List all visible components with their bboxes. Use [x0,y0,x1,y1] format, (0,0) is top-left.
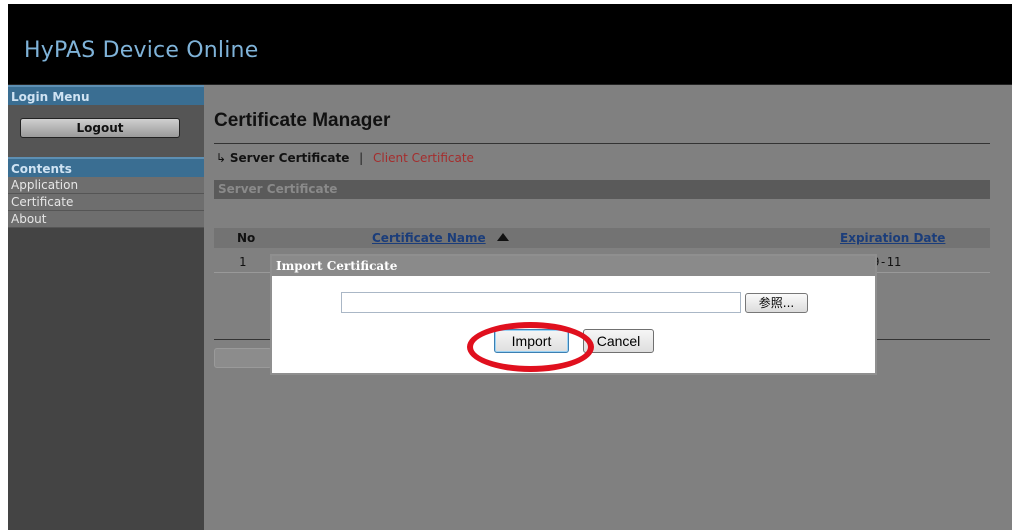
login-menu-box: Logout [8,105,204,157]
title-divider [214,143,990,144]
app-header: HyPAS Device Online [8,4,1012,85]
sidebar: Login Menu Logout Contents Application C… [8,85,204,530]
cancel-button[interactable]: Cancel [583,329,654,353]
section-header: Server Certificate [214,180,990,199]
file-path-input[interactable] [341,292,741,313]
certificate-nav: ↳ Server Certificate | Client Certificat… [216,151,474,165]
nav-server-certificate: Server Certificate [229,151,350,165]
page-title: Certificate Manager [214,110,391,131]
sort-ascending-icon [497,233,509,241]
table-header: No Certificate Name Expiration Date [214,228,990,248]
column-header-certificate-name[interactable]: Certificate Name [372,231,486,245]
sidebar-nav: Application Certificate About [8,177,204,228]
sidebar-item-application[interactable]: Application [8,177,204,194]
cell-no: 1 [239,255,247,269]
disabled-action-button[interactable] [214,348,272,368]
nav-separator: | [359,151,364,165]
browser-page: HyPAS Device Online Login Menu Logout Co… [8,4,1012,530]
sidebar-item-about[interactable]: About [8,211,204,228]
login-menu-heading: Login Menu [8,85,204,105]
import-button[interactable]: Import [494,329,569,353]
app-title: HyPAS Device Online [24,38,259,63]
logout-button[interactable]: Logout [20,118,180,138]
sub-arrow-icon: ↳ [216,151,227,165]
column-header-expiration-date[interactable]: Expiration Date [840,231,945,245]
sidebar-item-certificate[interactable]: Certificate [8,194,204,211]
nav-client-certificate-link[interactable]: Client Certificate [373,151,474,165]
browse-button[interactable]: 参照... [745,293,808,313]
column-header-no: No [237,231,256,245]
dialog-title: Import Certificate [272,256,875,276]
contents-heading: Contents [8,157,204,177]
import-certificate-dialog: Import Certificate 参照... Import Cancel [270,254,877,375]
